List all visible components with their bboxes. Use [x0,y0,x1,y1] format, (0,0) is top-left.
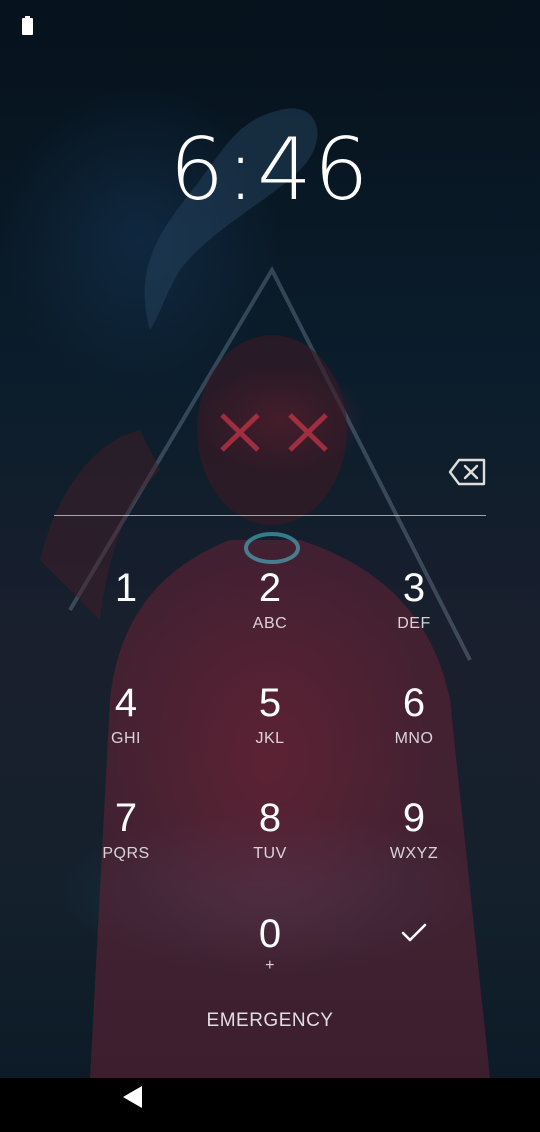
key-6[interactable]: 6 MNO [342,680,486,780]
key-2[interactable]: 2 ABC [198,565,342,665]
key-digit: 8 [258,796,282,840]
key-digit: 1 [114,566,138,610]
key-1[interactable]: 1 [54,565,198,665]
checkmark-icon [401,923,427,942]
key-5[interactable]: 5 JKL [198,680,342,780]
key-digit: 3 [402,566,426,610]
key-0[interactable]: 0 + [198,911,342,1011]
key-digit: 9 [402,796,426,840]
key-letters: JKL [255,730,285,747]
key-4[interactable]: 4 GHI [54,680,198,780]
navigation-bar [0,1078,540,1132]
key-digit: 7 [114,796,138,840]
key-letters: DEF [397,615,431,632]
key-8[interactable]: 8 TUV [198,795,342,895]
key-letters: GHI [111,730,141,747]
key-digit: 5 [258,681,282,725]
key-digit: 2 [258,566,282,610]
back-triangle-icon[interactable] [120,1084,146,1110]
key-letters: ABC [252,615,288,632]
emergency-button[interactable]: EMERGENCY [170,1010,370,1040]
key-digit: 4 [114,681,138,725]
key-digit: 6 [402,681,426,725]
lock-screen: 6:46 1 2 ABC 3 DEF 4 GHI 5 JKL 6 MNO 7 P… [0,0,540,1078]
key-letters: TUV [253,845,287,862]
key-letters: + [265,957,275,974]
enter-button[interactable] [342,918,486,958]
key-7[interactable]: 7 PQRS [54,795,198,895]
key-9[interactable]: 9 WXYZ [342,795,486,895]
key-letters: MNO [394,730,434,747]
pin-keypad: 1 2 ABC 3 DEF 4 GHI 5 JKL 6 MNO 7 PQRS 8 [0,0,540,1078]
key-3[interactable]: 3 DEF [342,565,486,665]
key-letters: PQRS [102,845,150,862]
key-letters: WXYZ [389,845,439,862]
key-digit: 0 [258,912,282,956]
